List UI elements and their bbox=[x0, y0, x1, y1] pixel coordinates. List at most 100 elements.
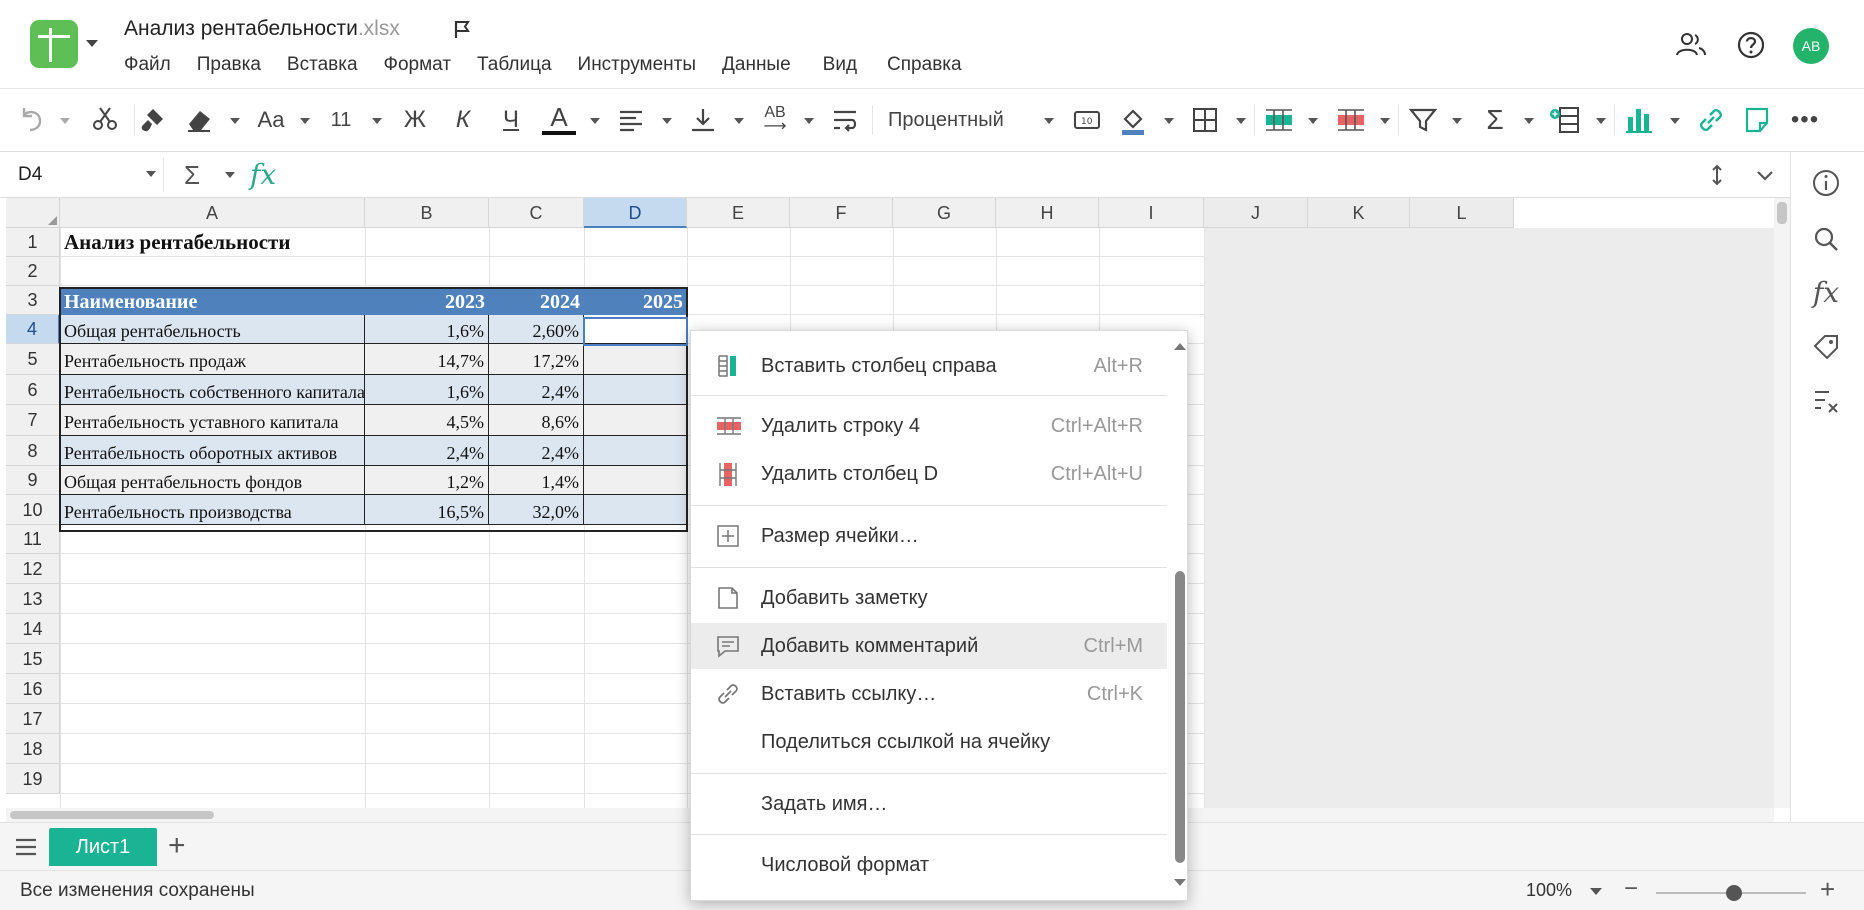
flag-icon[interactable] bbox=[453, 19, 471, 39]
horizontal-scrollbar-thumb[interactable] bbox=[10, 811, 214, 819]
table-cell-r9-c3[interactable] bbox=[584, 466, 687, 495]
insert-note-icon[interactable] bbox=[1740, 103, 1774, 137]
filter-chevron-down-icon[interactable] bbox=[1452, 118, 1462, 124]
formula-sum-chevron-down-icon[interactable] bbox=[225, 172, 235, 178]
chart-chevron-down-icon[interactable] bbox=[1670, 118, 1680, 124]
menu-table[interactable]: Таблица bbox=[477, 54, 552, 76]
table-cell-r5-c2[interactable]: 17,2% bbox=[489, 344, 584, 375]
column-header-j[interactable]: J bbox=[1204, 198, 1308, 228]
row-header-3[interactable]: 3 bbox=[6, 286, 60, 315]
font-size-chevron-down-icon[interactable] bbox=[372, 118, 382, 124]
font-color-button[interactable]: A bbox=[542, 102, 576, 135]
table-cell-r8-c1[interactable]: 2,4% bbox=[365, 436, 489, 466]
row-header-5[interactable]: 5 bbox=[6, 344, 60, 375]
insert-link-icon[interactable] bbox=[1694, 103, 1728, 137]
menu-insert[interactable]: Вставка bbox=[287, 54, 358, 76]
table-cell-r4-c2[interactable]: 2,60% bbox=[489, 315, 584, 344]
chevron-down-icon[interactable] bbox=[1754, 164, 1776, 186]
eraser-chevron-down-icon[interactable] bbox=[230, 118, 240, 124]
app-menu-chevron-down-icon[interactable] bbox=[86, 40, 98, 47]
delete-cells-icon[interactable] bbox=[1334, 103, 1368, 137]
column-header-e[interactable]: E bbox=[687, 198, 790, 228]
cell-reference-chevron-down-icon[interactable] bbox=[146, 171, 156, 177]
table-cell-r6-c2[interactable]: 2,4% bbox=[489, 375, 584, 405]
table-cell-r4-c1[interactable]: 1,6% bbox=[365, 315, 489, 344]
menu-tools[interactable]: Инструменты bbox=[578, 54, 696, 76]
header-cell-2023[interactable]: 2023 bbox=[365, 288, 489, 317]
row-header-13[interactable]: 13 bbox=[6, 584, 60, 614]
app-logo-icon[interactable] bbox=[30, 20, 78, 68]
font-name-chevron-down-icon[interactable] bbox=[300, 118, 310, 124]
align-chevron-down-icon[interactable] bbox=[662, 118, 672, 124]
number-format-chevron-down-icon[interactable] bbox=[1044, 118, 1054, 124]
table-cell-r6-c3[interactable] bbox=[584, 375, 687, 405]
ctx-cell-size[interactable]: Размер ячейки… bbox=[691, 513, 1167, 559]
header-cell-2025[interactable]: 2025 bbox=[584, 288, 687, 317]
row-header-6[interactable]: 6 bbox=[6, 375, 60, 405]
users-icon[interactable] bbox=[1674, 28, 1708, 62]
row-header-9[interactable]: 9 bbox=[6, 466, 60, 495]
table-cell-r9-c0[interactable]: Общая рентабельность фондов bbox=[60, 466, 365, 495]
underline-button[interactable]: Ч bbox=[494, 103, 528, 137]
vertical-scrollbar-thumb[interactable] bbox=[1777, 202, 1787, 224]
menu-file[interactable]: Файл bbox=[124, 54, 171, 76]
valign-chevron-down-icon[interactable] bbox=[734, 118, 744, 124]
search-icon[interactable] bbox=[1809, 222, 1843, 256]
sheets-list-icon[interactable] bbox=[14, 837, 38, 857]
row-header-15[interactable]: 15 bbox=[6, 644, 60, 674]
ctx-add-comment[interactable]: Добавить комментарий Ctrl+M bbox=[691, 623, 1167, 669]
info-icon[interactable] bbox=[1809, 166, 1843, 200]
row-header-11[interactable]: 11 bbox=[6, 525, 60, 554]
menu-view[interactable]: Вид bbox=[823, 54, 857, 76]
column-header-f[interactable]: F bbox=[790, 198, 893, 228]
align-left-icon[interactable] bbox=[614, 103, 648, 137]
table-cell-r6-c1[interactable]: 1,6% bbox=[365, 375, 489, 405]
row-header-14[interactable]: 14 bbox=[6, 614, 60, 644]
row-header-16[interactable]: 16 bbox=[6, 674, 60, 704]
undo-chevron-down-icon[interactable] bbox=[60, 118, 70, 124]
column-header-d[interactable]: D bbox=[584, 198, 687, 228]
insert-column-table-chevron-down-icon[interactable] bbox=[1596, 118, 1606, 124]
menu-data[interactable]: Данные bbox=[722, 54, 791, 76]
table-cell-r6-c0[interactable]: Рентабельность собственного капитала bbox=[60, 375, 365, 405]
menu-edit[interactable]: Правка bbox=[197, 54, 261, 76]
table-cell-r8-c2[interactable]: 2,4% bbox=[489, 436, 584, 466]
italic-button[interactable]: К bbox=[446, 103, 480, 137]
sheet-tab-active[interactable]: Лист1 bbox=[49, 828, 157, 866]
align-bottom-icon[interactable] bbox=[686, 103, 720, 137]
tag-icon[interactable] bbox=[1809, 330, 1843, 364]
table-cell-r8-c3[interactable] bbox=[584, 436, 687, 466]
document-title[interactable]: Анализ рентабельности.xlsx bbox=[124, 17, 400, 41]
font-name-button[interactable]: Aa bbox=[254, 103, 288, 137]
cell-reference-box[interactable]: D4 bbox=[6, 158, 164, 192]
font-size-value[interactable]: 11 bbox=[326, 103, 356, 137]
column-header-k[interactable]: K bbox=[1308, 198, 1410, 228]
insert-column-table-icon[interactable] bbox=[1548, 103, 1582, 137]
menu-help[interactable]: Справка bbox=[887, 54, 962, 76]
menu-format[interactable]: Формат bbox=[384, 54, 452, 76]
zoom-out-icon[interactable]: − bbox=[1624, 875, 1638, 903]
table-cell-r7-c2[interactable]: 8,6% bbox=[489, 405, 584, 436]
wrap-text-button[interactable]: AB ⟶ bbox=[758, 103, 792, 137]
table-cell-r8-c0[interactable]: Рентабельность оборотных активов bbox=[60, 436, 365, 466]
ctx-define-name[interactable]: Задать имя… bbox=[691, 781, 1167, 827]
expand-vertical-icon[interactable] bbox=[1706, 164, 1728, 186]
sheet-title-cell[interactable]: Анализ рентабельности bbox=[60, 228, 480, 257]
selected-cell-d4[interactable] bbox=[583, 317, 688, 346]
table-cell-r10-c1[interactable]: 16,5% bbox=[365, 495, 489, 525]
fill-color-chevron-down-icon[interactable] bbox=[1164, 118, 1174, 124]
user-avatar[interactable]: АВ bbox=[1793, 28, 1829, 64]
table-cell-r10-c3[interactable] bbox=[584, 495, 687, 525]
column-header-a[interactable]: A bbox=[60, 198, 365, 228]
merge-cells-icon[interactable] bbox=[828, 103, 862, 137]
scroll-down-arrow-icon[interactable] bbox=[1174, 879, 1186, 886]
bold-button[interactable]: Ж bbox=[398, 103, 432, 137]
borders-chevron-down-icon[interactable] bbox=[1236, 118, 1246, 124]
filter-icon[interactable] bbox=[1406, 103, 1440, 137]
formula-input[interactable] bbox=[290, 160, 1670, 190]
context-menu-scrollbar[interactable] bbox=[1173, 331, 1187, 900]
ctx-delete-row[interactable]: Удалить строку 4 Ctrl+Alt+R bbox=[691, 403, 1167, 449]
table-cell-r10-c2[interactable]: 32,0% bbox=[489, 495, 584, 525]
zoom-slider-thumb[interactable] bbox=[1726, 885, 1742, 901]
ctx-insert-column-right[interactable]: Вставить столбец справа Alt+R bbox=[691, 343, 1167, 389]
